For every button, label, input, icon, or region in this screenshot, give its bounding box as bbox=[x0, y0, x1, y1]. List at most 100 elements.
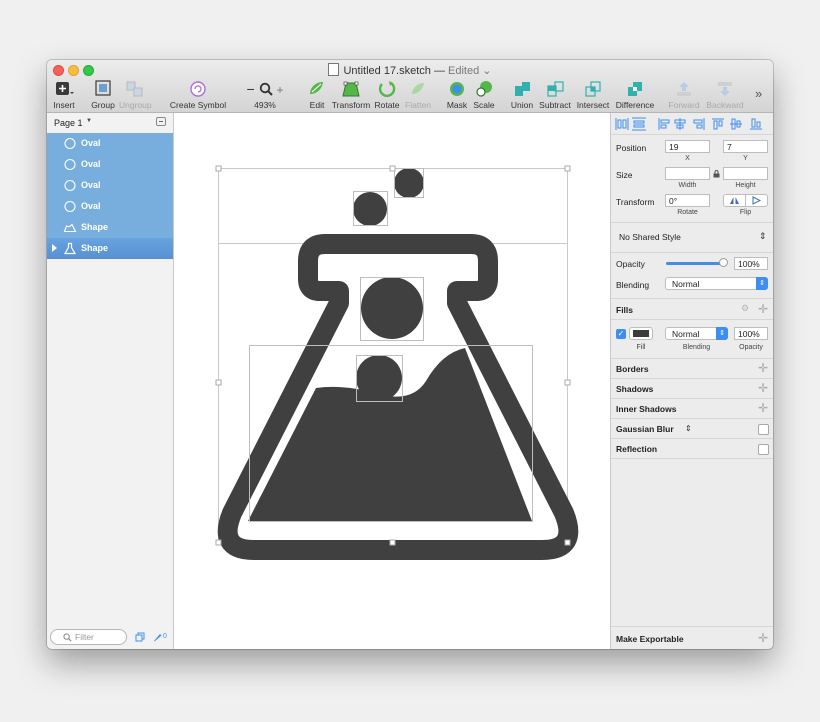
transform-button[interactable]: Transform bbox=[331, 80, 371, 110]
opacity-input[interactable]: 100% bbox=[734, 257, 768, 270]
ungroup-button[interactable]: Ungroup bbox=[119, 80, 152, 110]
add-shadow-icon[interactable]: ✛ bbox=[758, 382, 768, 394]
layer-row-shape-1[interactable]: Shape bbox=[47, 217, 173, 238]
transform-label: Transform bbox=[331, 100, 371, 110]
zoom-control: − + 493% bbox=[243, 80, 287, 110]
zoom-in-button[interactable]: + bbox=[276, 83, 283, 97]
resize-handle-bottom-right[interactable] bbox=[564, 539, 571, 546]
reflection-checkbox[interactable] bbox=[758, 444, 769, 455]
updown-chevron-icon[interactable]: ⇕ bbox=[685, 424, 692, 433]
zoom-out-button[interactable]: − bbox=[247, 81, 255, 97]
rotate-icon bbox=[378, 81, 396, 97]
resize-handle-left[interactable] bbox=[215, 379, 222, 386]
position-y-input[interactable]: 7 bbox=[723, 140, 768, 153]
lock-icon[interactable] bbox=[713, 170, 720, 178]
inner-shadows-section[interactable]: Inner Shadows ✛ bbox=[611, 399, 773, 419]
pages-toggle-icon[interactable] bbox=[135, 632, 145, 642]
resize-handle-top-right[interactable] bbox=[564, 165, 571, 172]
page-selector[interactable]: Page 1 ▼ bbox=[47, 113, 173, 134]
intersect-button[interactable]: Intersect bbox=[575, 80, 611, 110]
plus-icon bbox=[56, 82, 74, 95]
forward-button[interactable]: Forward bbox=[667, 80, 701, 110]
align-bottom-icon[interactable] bbox=[750, 118, 762, 130]
layer-row-oval-1[interactable]: Oval bbox=[47, 133, 173, 154]
shared-style-select[interactable]: No Shared Style ⇕ bbox=[611, 222, 773, 252]
blending-select[interactable]: Normal ⇕ bbox=[665, 277, 768, 290]
bubble-oval-large[interactable] bbox=[361, 277, 423, 339]
flip-vertical-icon[interactable] bbox=[752, 196, 762, 205]
flatten-button[interactable]: Flatten bbox=[403, 80, 433, 110]
add-fill-icon[interactable]: ✛ bbox=[758, 303, 768, 315]
resize-handle-bottom-left[interactable] bbox=[215, 539, 222, 546]
resize-handle-bottom[interactable] bbox=[389, 539, 396, 546]
resize-handle-top[interactable] bbox=[389, 165, 396, 172]
gear-icon[interactable]: ⚙ bbox=[741, 303, 749, 314]
align-left-icon[interactable] bbox=[658, 118, 670, 130]
fill-blending-value: Normal bbox=[672, 329, 700, 339]
align-right-icon[interactable] bbox=[693, 118, 705, 130]
group-button[interactable]: Group bbox=[91, 80, 115, 110]
layer-row-oval-4[interactable]: Oval bbox=[47, 196, 173, 217]
fill-opacity-input[interactable]: 100% bbox=[734, 327, 768, 340]
add-inner-shadow-icon[interactable]: ✛ bbox=[758, 402, 768, 414]
distribute-vertical-icon[interactable] bbox=[632, 117, 646, 131]
height-label: Height bbox=[735, 182, 756, 189]
union-button[interactable]: Union bbox=[509, 80, 535, 110]
add-border-icon[interactable]: ✛ bbox=[758, 362, 768, 374]
bubble-oval-small-top[interactable] bbox=[394, 168, 424, 198]
align-top-icon[interactable] bbox=[712, 118, 724, 130]
rotate-button[interactable]: Rotate bbox=[373, 80, 401, 110]
align-center-vertical-icon[interactable] bbox=[730, 118, 742, 130]
mask-button[interactable]: Mask bbox=[445, 80, 469, 110]
updown-chevron-icon: ⇕ bbox=[716, 327, 728, 340]
layer-row-oval-2[interactable]: Oval bbox=[47, 154, 173, 175]
slice-icon[interactable] bbox=[152, 632, 162, 642]
position-x-input[interactable]: 19 bbox=[665, 140, 710, 153]
edited-status[interactable]: Edited bbox=[448, 65, 479, 77]
fill-color-swatch bbox=[633, 330, 649, 337]
borders-section[interactable]: Borders ✛ bbox=[611, 359, 773, 379]
bubble-oval-medium[interactable] bbox=[356, 355, 402, 401]
distribute-horizontal-icon[interactable] bbox=[615, 118, 629, 130]
fill-color-well[interactable] bbox=[629, 327, 653, 340]
magnifier-icon[interactable] bbox=[259, 82, 273, 96]
layer-row-oval-3[interactable]: Oval bbox=[47, 175, 173, 196]
backward-button[interactable]: Backward bbox=[705, 80, 745, 110]
insert-button[interactable]: Insert bbox=[51, 80, 77, 110]
toggle-pages-button[interactable] bbox=[156, 117, 166, 126]
y-label: Y bbox=[743, 155, 748, 162]
resize-handle-top-left[interactable] bbox=[215, 165, 222, 172]
reflection-section[interactable]: Reflection bbox=[611, 439, 773, 459]
fill-enabled-checkbox[interactable]: ✓ bbox=[616, 329, 626, 339]
updown-chevron-icon: ⇕ bbox=[759, 231, 767, 241]
canvas[interactable] bbox=[174, 113, 609, 649]
scale-button[interactable]: Scale bbox=[471, 80, 497, 110]
toolbar-overflow-button[interactable]: » bbox=[755, 86, 762, 101]
gaussian-blur-section[interactable]: Gaussian Blur ⇕ bbox=[611, 419, 773, 439]
height-input[interactable] bbox=[723, 167, 768, 180]
blending-value: Normal bbox=[672, 279, 700, 289]
shadows-section[interactable]: Shadows ✛ bbox=[611, 379, 773, 399]
edit-button[interactable]: Edit bbox=[305, 80, 329, 110]
opacity-slider-knob[interactable] bbox=[719, 258, 728, 267]
opacity-slider[interactable] bbox=[666, 258, 728, 267]
resize-handle-right[interactable] bbox=[564, 379, 571, 386]
blending-label: Blending bbox=[616, 280, 650, 290]
layer-row-shape-2[interactable]: Shape bbox=[47, 238, 173, 259]
width-input[interactable] bbox=[665, 167, 710, 180]
subtract-button[interactable]: Subtract bbox=[537, 80, 573, 110]
inspector-panel: Position 19 7 X Y Size Width Height Tran… bbox=[610, 113, 773, 649]
add-export-icon[interactable]: ✛ bbox=[758, 632, 768, 644]
difference-button[interactable]: Difference bbox=[615, 80, 655, 110]
fill-blending-select[interactable]: Normal ⇕ bbox=[665, 327, 728, 340]
layer-filter-input[interactable]: Filter bbox=[50, 629, 127, 645]
rotate-input[interactable]: 0° bbox=[665, 194, 710, 207]
layers-sidebar: Page 1 ▼ Oval Oval Oval Oval Shape Shape… bbox=[47, 113, 174, 649]
align-center-horizontal-icon[interactable] bbox=[674, 118, 686, 130]
flip-horizontal-icon[interactable] bbox=[730, 197, 739, 204]
create-symbol-button[interactable]: Create Symbol bbox=[169, 80, 227, 110]
make-exportable-section[interactable]: Make Exportable ✛ bbox=[611, 626, 773, 649]
disclosure-triangle-icon[interactable] bbox=[52, 244, 57, 252]
gaussian-blur-checkbox[interactable] bbox=[758, 424, 769, 435]
bubble-oval-small[interactable] bbox=[353, 192, 387, 226]
